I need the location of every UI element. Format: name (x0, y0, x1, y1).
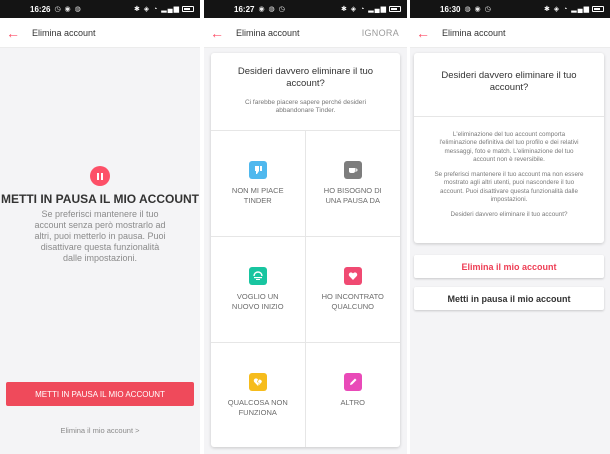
reason-label: HO BISOGNO DI UNA PAUSA DA (323, 186, 382, 205)
notification-icons: ◍ ◉ ◷ (464, 6, 492, 13)
status-bar: 16:30 ◍ ◉ ◷ ✱ ◈ ◔ ▂▄▆ (410, 0, 610, 18)
screen-delete-confirm: 16:30 ◍ ◉ ◷ ✱ ◈ ◔ ▂▄▆ ← Elimina account … (410, 0, 610, 454)
reason-label: QUALCOSA NON FUNZIONA (227, 398, 288, 417)
status-bar: 16:27 ◉ ◍ ◷ ✱ ◈ ◔ ▂▄▆ (204, 0, 407, 18)
confirm-card: Desideri davvero eliminare il tuo accoun… (414, 53, 604, 243)
reason-something-broken[interactable]: QUALCOSA NON FUNZIONA (211, 343, 306, 447)
reason-label: NON MI PIACE TINDER (231, 186, 284, 205)
broken-heart-icon (248, 373, 267, 391)
app-bar-title: Elimina account (32, 27, 96, 38)
reason-label: HO INCONTRATO QUALCUNO (321, 292, 384, 311)
confirm-body: L'eliminazione del tuo account comporta … (414, 117, 604, 220)
fresh-start-icon (248, 267, 267, 285)
confirm-paragraph: Se preferisci mantenere il tuo account m… (434, 171, 584, 204)
delete-account-link[interactable]: Elimina il mio account > (0, 426, 200, 435)
pause-title: METTI IN PAUSA IL MIO ACCOUNT (1, 192, 199, 206)
reasons-card: Desideri davvero eliminare il tuo accoun… (211, 53, 400, 447)
system-icons: ✱ ◈ ◔ ▂▄▆ (544, 5, 604, 13)
pause-account-button[interactable]: Metti in pausa il mio account (414, 287, 604, 310)
confirm-paragraph: L'eliminazione del tuo account comporta … (439, 131, 579, 163)
back-arrow-icon[interactable]: ← (6, 26, 26, 40)
pencil-icon (343, 373, 362, 391)
delete-question: Desideri davvero eliminare il tuo accoun… (237, 66, 374, 89)
confirm-paragraph: Desideri davvero eliminare il tuo accoun… (450, 211, 568, 219)
system-icons: ✱ ◈ ◔ ▂▄▆ (341, 5, 401, 13)
reasons-header: Desideri davvero eliminare il tuo accoun… (211, 53, 400, 131)
reason-label: ALTRO (340, 398, 365, 407)
system-icons: ✱ ◈ ◔ ▂▄▆ (134, 5, 194, 13)
reason-other[interactable]: ALTRO (306, 343, 401, 447)
app-bar-title: Elimina account (236, 27, 300, 38)
pause-account-button[interactable]: METTI IN PAUSA IL MIO ACCOUNT (6, 382, 194, 406)
thumbs-down-icon (248, 161, 267, 179)
screen-delete-reasons: 16:27 ◉ ◍ ◷ ✱ ◈ ◔ ▂▄▆ ← Elimina account … (204, 0, 407, 454)
app-bar: ← Elimina account (0, 18, 200, 48)
coffee-cup-icon (343, 161, 362, 179)
app-bar-title: Elimina account (442, 27, 506, 38)
heart-icon (343, 267, 362, 285)
reason-label: VOGLIO UN NUOVO INIZIO (231, 292, 284, 311)
battery-icon (592, 6, 604, 12)
delete-account-button[interactable]: Elimina il mio account (414, 255, 604, 278)
reason-need-break[interactable]: HO BISOGNO DI UNA PAUSA DA (305, 131, 400, 237)
ignore-button[interactable]: IGNORA (362, 28, 399, 38)
status-time: 16:27 (234, 4, 255, 14)
status-bar: 16:26 ◷ ◉ ◍ ✱ ◈ ◔ ▂▄▆ (0, 0, 200, 18)
back-arrow-icon[interactable]: ← (210, 26, 230, 40)
pause-description: Se preferisci mantenere il tuo account s… (34, 209, 166, 263)
reason-met-someone[interactable]: HO INCONTRATO QUALCUNO (305, 237, 400, 343)
notification-icons: ◷ ◉ ◍ (54, 6, 82, 13)
back-arrow-icon[interactable]: ← (416, 26, 436, 40)
delete-question: Desideri davvero eliminare il tuo accoun… (414, 53, 604, 117)
app-bar: ← Elimina account IGNORA (204, 18, 407, 48)
status-time: 16:26 (30, 4, 51, 14)
battery-icon (182, 6, 194, 12)
reasons-grid: NON MI PIACE TINDER HO BISOGNO DI UNA PA… (211, 131, 400, 447)
app-bar: ← Elimina account (410, 18, 610, 48)
reason-fresh-start[interactable]: VOGLIO UN NUOVO INIZIO (211, 237, 306, 343)
battery-icon (389, 6, 401, 12)
notification-icons: ◉ ◍ ◷ (258, 6, 286, 13)
pause-icon (90, 166, 110, 186)
reason-dislike-tinder[interactable]: NON MI PIACE TINDER (211, 131, 306, 237)
screen-pause-account: 16:26 ◷ ◉ ◍ ✱ ◈ ◔ ▂▄▆ ← Elimina account … (0, 0, 200, 454)
status-time: 16:30 (440, 4, 461, 14)
reasons-subtitle: Ci farebbe piacere sapere perché desider… (244, 99, 367, 114)
